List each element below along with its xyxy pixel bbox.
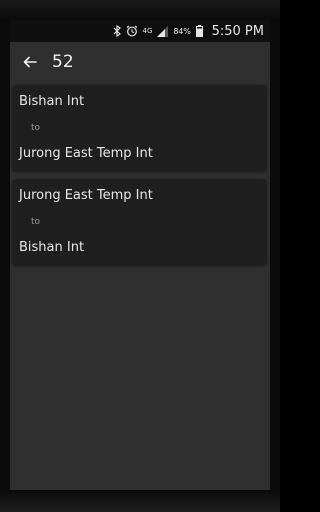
route-connector: to <box>31 123 41 133</box>
route-origin: Jurong East Temp Int <box>19 188 153 203</box>
device-bottom-bezel <box>0 490 280 512</box>
route-card[interactable]: Bishan Int to Jurong East Temp Int <box>12 85 267 171</box>
route-origin: Bishan Int <box>19 94 85 109</box>
bluetooth-icon <box>113 25 121 37</box>
alarm-icon <box>126 25 138 37</box>
signal-icon <box>157 25 169 37</box>
route-card[interactable]: Jurong East Temp Int to Bishan Int <box>12 179 267 265</box>
status-icons: 4G 84% 5:50 PM <box>113 24 270 39</box>
route-destination: Bishan Int <box>19 240 85 255</box>
toolbar: 52 <box>10 42 270 82</box>
arrow-left-icon <box>23 56 37 68</box>
device-frame: 4G 84% 5:50 PM 52 Bishan Int to Jurong E… <box>0 0 280 512</box>
status-bar: 4G 84% 5:50 PM <box>10 20 270 42</box>
page-title: 52 <box>52 52 74 72</box>
route-connector: to <box>31 217 41 227</box>
battery-icon <box>195 25 203 37</box>
app-screen: 52 Bishan Int to Jurong East Temp Int Ju… <box>10 42 270 490</box>
route-destination: Jurong East Temp Int <box>19 146 153 161</box>
battery-percent: 84% <box>173 26 191 36</box>
back-button[interactable] <box>20 52 40 72</box>
device-top-bezel <box>0 0 280 20</box>
status-clock: 5:50 PM <box>211 23 264 39</box>
network-4g-icon: 4G <box>142 26 153 35</box>
